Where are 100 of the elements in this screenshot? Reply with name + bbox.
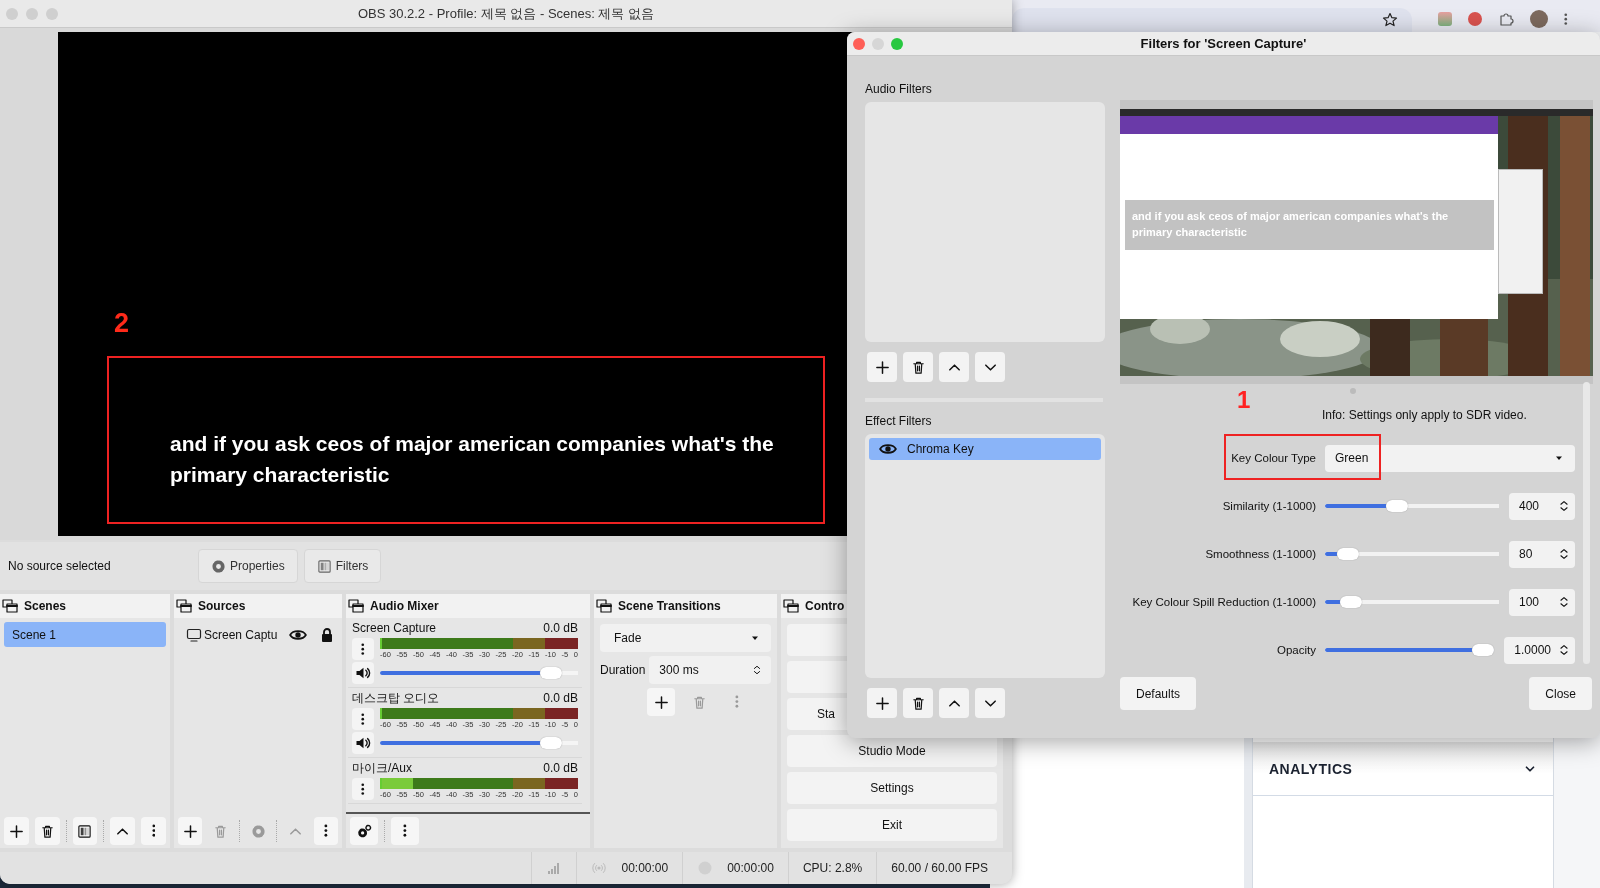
settings-button[interactable] [350,817,378,845]
close-button[interactable]: Close [1529,677,1592,710]
plus-icon [182,823,198,839]
info-text: Info: Settings only apply to SDR video. [1322,408,1527,422]
more-button[interactable] [352,708,374,730]
channel-name: 데스크탑 오디오 [352,691,440,706]
number-field[interactable]: 400 [1509,492,1575,520]
more-icon [151,824,156,838]
page-indicator [1350,388,1356,394]
channel-name: Screen Capture [352,621,437,636]
more-button[interactable] [313,817,339,845]
trash-icon [213,823,229,839]
slider-thumb[interactable] [1340,596,1363,608]
field-label: Smoothness (1-1000) [1204,548,1316,560]
field-label: Opacity [1276,644,1316,656]
move-down-button[interactable] [975,688,1005,718]
source-item[interactable]: Screen Captu [178,622,338,648]
slider-thumb[interactable] [1337,548,1360,560]
add-button[interactable] [867,688,897,718]
dialog-title: Filters for 'Screen Capture' [1140,36,1307,51]
slider-thumb[interactable] [1385,500,1408,512]
dock-title: Contro [805,599,845,613]
key-colour-dropdown[interactable]: Green [1325,444,1575,472]
level-reading: 0.0 dB [543,691,578,706]
defaults-button[interactable]: Defaults [1120,677,1197,710]
duration-label: Duration [600,663,646,677]
field-label: Key Colour Spill Reduction (1-1000) [1131,596,1316,608]
section-label: Audio Filters [865,82,932,96]
spinner-icon [751,664,763,676]
mute-button[interactable] [352,732,374,754]
stream-time: 00:00:00 [621,861,669,875]
plus-icon [874,359,890,375]
plus-icon [874,695,890,711]
gears-icon [356,823,372,839]
transition-dropdown[interactable]: Fade [600,624,771,652]
more-icon [361,642,365,656]
delete-button[interactable] [34,817,60,845]
caption-text: and if you ask ceos of major american companies what's the primary characteristic [170,431,775,488]
filters-button[interactable]: Filters [303,549,382,583]
more-button[interactable] [391,817,419,845]
control-button[interactable]: Exit [787,809,997,841]
field-label: Key Colour Type [1230,452,1316,464]
control-button[interactable]: Studio Mode [787,735,997,767]
more-icon [361,712,365,726]
dock-title: Scene Transitions [618,599,721,613]
number-field[interactable]: 80 [1509,540,1575,568]
more-icon [323,824,328,838]
settings-icon [250,823,266,839]
speaker-icon [355,665,371,681]
avatar[interactable] [1530,10,1548,28]
filter-name: Chroma Key [907,442,974,456]
close-button[interactable] [853,37,865,50]
control-button[interactable]: Settings [787,772,997,804]
number-field[interactable]: 1.0000 [1504,636,1575,664]
plus-icon [8,823,24,839]
spinner-icon [1557,595,1571,609]
trash-icon [910,359,926,375]
level-reading: 0.0 dB [543,621,578,636]
filters-button[interactable] [72,817,98,845]
move-up-button[interactable] [939,352,969,382]
move-down-button[interactable] [975,352,1005,382]
section-label: Effect Filters [865,414,932,428]
move-up-button[interactable] [939,688,969,718]
duration-field[interactable]: 300 ms [649,656,771,684]
move-up-button[interactable] [110,817,136,845]
delete-button[interactable] [903,688,933,718]
filter-item[interactable]: Chroma Key [869,438,1101,460]
channel-name: 마이크/Aux [352,761,412,776]
level-reading: 0.0 dB [543,761,578,776]
spinner-icon [1557,643,1571,657]
scrollbar[interactable] [1583,382,1590,664]
delete-button[interactable] [903,352,933,382]
add-button[interactable] [867,352,897,382]
more-button[interactable] [141,817,166,845]
more-button[interactable] [352,778,374,800]
add-button[interactable] [4,817,29,845]
slider-thumb[interactable] [1472,644,1495,656]
window-title: OBS 30.2.2 - Profile: 제목 없음 - Scenes: 제목 없음 [357,5,655,21]
more-button[interactable] [352,638,374,660]
mute-button[interactable] [352,662,374,684]
slider-thumb[interactable] [540,667,563,679]
filter-icon [316,558,332,574]
add-button[interactable] [178,817,203,845]
add-button[interactable] [647,688,675,716]
trash-icon [910,695,926,711]
extension-icon[interactable] [1468,12,1482,26]
record-time: 00:00:00 [727,861,774,875]
cpu-usage: CPU: 2.8% [802,861,863,875]
number-field[interactable]: 100 [1509,588,1575,616]
caption-text: and if you ask ceos of major american companies what's the primary characteristic [1125,200,1494,250]
annotation-number: 1 [1237,386,1251,414]
scene-item[interactable]: Scene 1 [4,622,166,647]
slider-thumb[interactable] [540,737,563,749]
filter-icon [77,823,93,839]
properties-button[interactable]: Properties [198,549,298,583]
section-title: ANALYTICS [1269,760,1353,777]
section-header[interactable]: ANALYTICS [1253,742,1553,796]
plus-icon [653,694,669,710]
spinner-icon [1557,547,1571,561]
annotation-number: 2 [114,308,130,339]
